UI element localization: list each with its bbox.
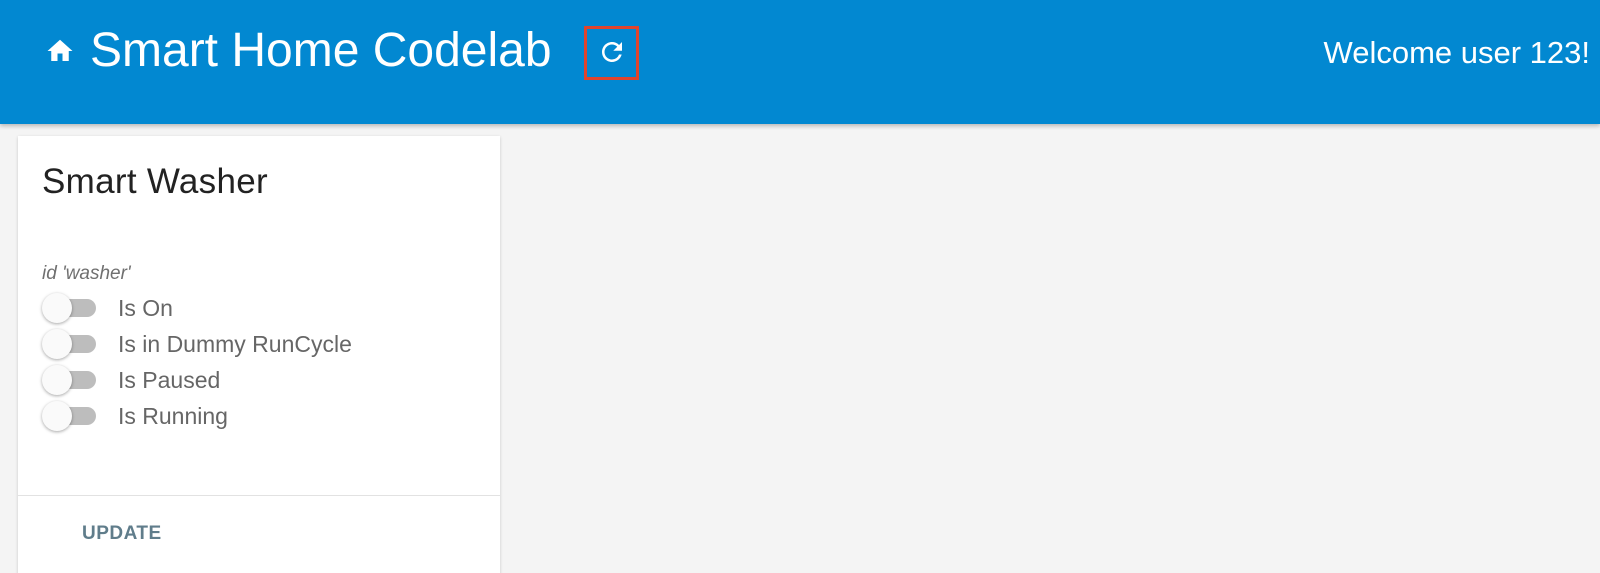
toggle-row-is-running: Is Running [42,398,352,434]
toggle-row-is-in-dummy-runcycle: Is in Dummy RunCycle [42,326,352,362]
is-paused-switch[interactable] [42,362,98,398]
refresh-icon [597,37,627,70]
app-title: Smart Home Codelab [90,24,552,77]
is-on-switch[interactable] [42,290,98,326]
device-card-washer: Smart Washer id 'washer' Is On Is in Dum… [18,136,500,573]
update-button[interactable]: UPDATE [58,512,168,556]
device-id: id 'washer' [42,263,131,284]
is-in-dummy-runcycle-switch[interactable] [42,326,98,362]
welcome-text: Welcome user 123! [1323,35,1591,70]
toggle-label: Is Running [118,403,228,429]
toggle-label: Is in Dummy RunCycle [118,331,352,357]
toggle-list: Is On Is in Dummy RunCycle Is Paused Is … [42,290,352,434]
home-icon[interactable] [44,36,76,66]
toggle-row-is-on: Is On [42,290,352,326]
card-title: Smart Washer [42,162,268,201]
toggle-label: Is Paused [118,367,221,393]
is-running-switch[interactable] [42,398,98,434]
card-divider [18,495,500,496]
app-header: Smart Home Codelab Welcome user 123! [0,0,1600,124]
refresh-button[interactable] [584,26,639,80]
toggle-row-is-paused: Is Paused [42,362,352,398]
toggle-label: Is On [118,295,173,321]
